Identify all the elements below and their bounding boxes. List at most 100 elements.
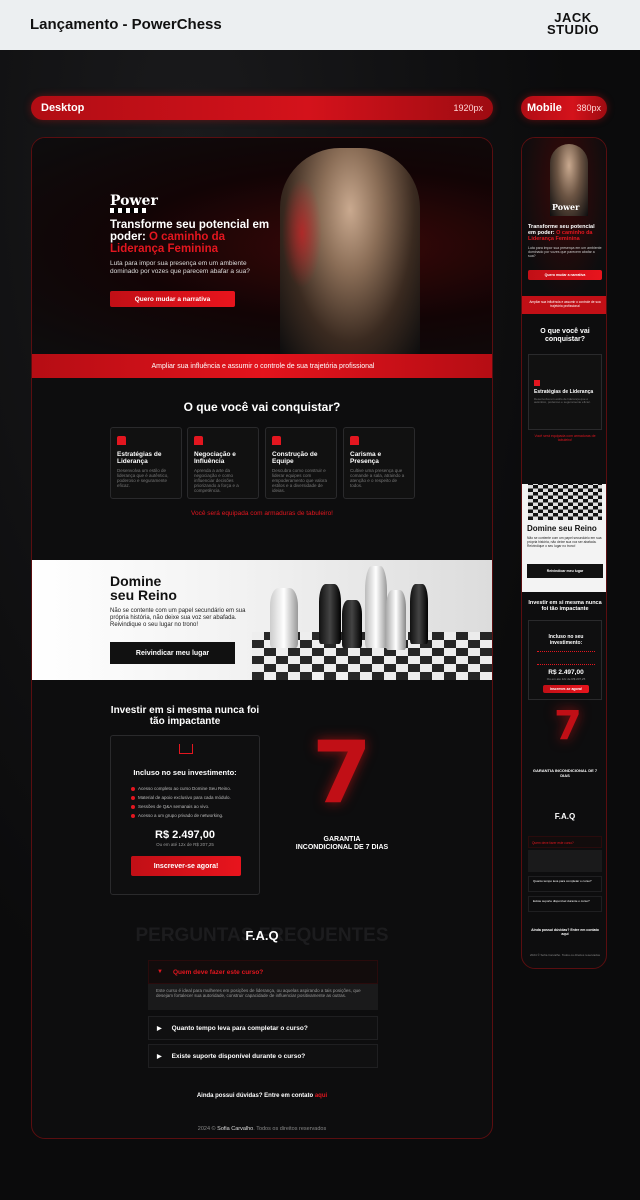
card-desc: Aprenda a arte da negociação e como infl…	[194, 468, 239, 493]
footer-rights: . Todos os direitos reservados	[253, 1126, 327, 1132]
mobile-invest-box: Incluso no seu investimento: R$ 2.497,00…	[528, 620, 602, 700]
mobile-faq-q1: Quem deve fazer este curso?	[532, 841, 574, 845]
top-bar: Lançamento - PowerChess JACK STUDIO	[0, 0, 640, 50]
mobile-guarantee-text: GARANTIA INCONDICIONAL DE 7 DIAS	[532, 768, 598, 778]
guarantee-text-1: GARANTIA	[323, 836, 361, 843]
mobile-subtitle: Luta para impor sua presença em um ambie…	[528, 246, 602, 258]
list-item-text: Acesso a um grupo privado de networking.	[138, 813, 224, 818]
guarantee-text: GARANTIA INCONDICIONAL DE 7 DIAS	[282, 836, 402, 852]
investment-box: Incluso no seu investimento: Acesso comp…	[110, 735, 260, 895]
caret-right-icon: ▶	[157, 1053, 162, 1060]
mobile-band: Ampliar sua influência e assumir o contr…	[522, 296, 606, 314]
mobile-card: Estratégias de Liderança Desenvolva um e…	[528, 354, 602, 430]
mobile-card-desc: Desenvolva um estilo de liderança que é …	[534, 396, 591, 405]
feature-card: Construção de Equipe Descubra como const…	[265, 427, 337, 499]
faq-item-open[interactable]: ▼ Quem deve fazer este curso?	[148, 960, 378, 984]
bullet-icon	[131, 813, 135, 818]
mobile-faq-q3: Existe suporte disponível durante o curs…	[533, 899, 590, 903]
footer-name: Sofia Carvalho	[217, 1126, 254, 1132]
feature-card: Negociação e Influência Aprenda a arte d…	[187, 427, 259, 499]
mobile-faq-answer	[528, 850, 602, 872]
hero-cta-button[interactable]: Quero mudar a narrativa	[110, 291, 235, 307]
mobile-reino: Domine seu Reino Não se contente com um …	[522, 484, 606, 592]
mobile-invest-cta[interactable]: Inscrever-se agora!	[543, 685, 589, 693]
mobile-reino-title: Domine seu Reino	[527, 524, 597, 533]
chess-piece-dark	[410, 584, 428, 644]
bullet-icon	[131, 786, 135, 791]
mobile-guarantee-seven: 7	[554, 703, 582, 749]
chess-piece-dark	[342, 600, 362, 648]
invest-title: Investir em si mesma nunca foi tão impac…	[110, 705, 260, 727]
list-item: Acesso completo ao curso Domine Seu Rein…	[131, 786, 251, 791]
faq-question: Quanto tempo leva para completar o curso…	[171, 1024, 308, 1032]
list-item: Acesso a um grupo privado de networking.	[131, 813, 251, 818]
mobile-hero-cta[interactable]: Quero mudar a narrativa	[528, 270, 602, 280]
desktop-label: Desktop	[41, 102, 85, 114]
feature-card: Estratégias de Liderança Desenvolva um e…	[110, 427, 182, 499]
mobile-width: 380px	[576, 103, 601, 113]
hero-subtitle: Luta para impor sua presença em um ambie…	[110, 260, 250, 275]
hero-section: Power Transforme seu potencial em poder:…	[32, 138, 492, 354]
reino-title-2: seu Reino	[110, 587, 177, 603]
mobile-installments: Ou em até 12x de R$ 207,25	[546, 677, 586, 681]
rook-icon	[272, 436, 281, 445]
reino-title: Domine seu Reino	[110, 574, 177, 602]
queen-icon	[350, 436, 359, 445]
mobile-footer: 2024 © Sofia Carvalho. Todos os direitos…	[529, 953, 601, 957]
caret-right-icon: ▶	[157, 1025, 162, 1032]
desktop-width: 1920px	[453, 103, 483, 113]
caret-down-icon: ▼	[157, 969, 163, 975]
crown-icon	[534, 380, 540, 386]
mobile-reino-cta[interactable]: Reivindicar meu lugar	[527, 564, 603, 578]
faq-title: F.A.Q	[245, 928, 279, 943]
faq-item[interactable]: ▶ Existe suporte disponível durante o cu…	[148, 1044, 378, 1068]
mobile-faq-q2: Quanto tempo leva para completar o curso…	[533, 879, 592, 883]
mobile-benefit-lines	[537, 651, 595, 665]
crown-icon	[179, 744, 193, 754]
mobile-power-logo: Power	[552, 202, 580, 212]
mobile-faq-item[interactable]: Existe suporte disponível durante o curs…	[528, 896, 602, 912]
faq-question: Existe suporte disponível durante o curs…	[171, 1052, 306, 1060]
mobile-faq-open[interactable]: Quem deve fazer este curso?	[528, 836, 602, 848]
desktop-mockup: Power Transforme seu potencial em poder:…	[31, 137, 493, 1139]
conquer-title: O que você vai conquistar?	[183, 400, 341, 414]
checker-stripe	[110, 208, 146, 213]
equip-link[interactable]: Você será equipada com armaduras de tabu…	[32, 510, 492, 517]
card-title: Carisma e Presença	[350, 451, 382, 465]
mobile-label: Mobile	[527, 102, 562, 114]
contact-line: Ainda possui dúvidas? Entre em contato a…	[32, 1093, 492, 1099]
chess-piece-king	[365, 566, 387, 648]
list-item-text: Material de apoio exclusivo para cada mó…	[138, 795, 231, 800]
red-band: Ampliar sua influência e assumir o contr…	[32, 354, 492, 378]
power-logo: Power	[110, 193, 158, 209]
page-title: Lançamento - PowerChess	[30, 16, 222, 33]
reino-cta-button[interactable]: Reivindicar meu lugar	[110, 642, 235, 664]
contact-link[interactable]: aqui	[315, 1093, 327, 1099]
installments: Ou em até 12x de R$ 207,25	[156, 842, 214, 847]
mobile-faq-item[interactable]: Quanto tempo leva para completar o curso…	[528, 876, 602, 892]
reino-section: Domine seu Reino Não se contente com um p…	[32, 560, 492, 680]
benefit-list: Acesso completo ao curso Domine Seu Rein…	[131, 782, 251, 822]
mobile-faq-title: F.A.Q	[554, 812, 576, 821]
list-item-text: Acesso completo ao curso Domine Seu Rein…	[138, 786, 232, 791]
card-desc: Cultive uma presença que comande a sala,…	[350, 468, 405, 488]
mobile-headline: Transforme seu potencial em poder: O cam…	[528, 224, 602, 242]
brand-line-2: STUDIO	[546, 22, 600, 37]
price: R$ 2.497,00	[155, 829, 215, 841]
knight-icon	[194, 436, 203, 445]
footer: 2024 © Sofia Carvalho. Todos os direitos…	[32, 1126, 492, 1132]
list-item: Material de apoio exclusivo para cada mó…	[131, 795, 251, 800]
list-item: Sessões de Q&A semanais ao vivo.	[131, 804, 251, 809]
faq-answer: Este curso é ideal para mulheres em posi…	[148, 984, 378, 1010]
invest-cta-button[interactable]: Inscrever-se agora!	[131, 856, 241, 876]
faq-question: Quem deve fazer este curso?	[172, 968, 264, 976]
hero-headline: Transforme seu potencial em poder: O cam…	[110, 219, 270, 255]
mobile-price: R$ 2.497,00	[548, 669, 584, 676]
mobile-invest-title: Investir em si mesma nunca foi tão impac…	[528, 600, 602, 612]
mobile-equip-link[interactable]: Você será equipada com armaduras de tabu…	[528, 434, 602, 442]
mobile-box-title: Incluso no seu investimento:	[548, 634, 584, 646]
faq-item[interactable]: ▶ Quanto tempo leva para completar o cur…	[148, 1016, 378, 1040]
desktop-label-pill: Desktop 1920px	[31, 96, 493, 120]
card-title: Construção de Equipe	[272, 451, 318, 465]
card-desc: Descubra como construir e liderar equipe…	[272, 468, 328, 493]
